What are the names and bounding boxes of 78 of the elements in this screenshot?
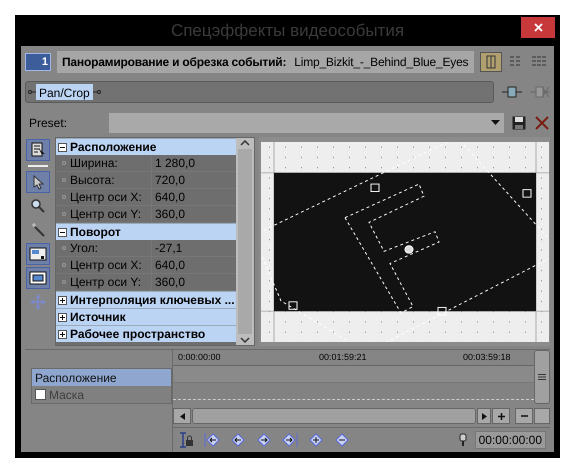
chain-icon[interactable] bbox=[502, 86, 522, 98]
time-tick-label: 0:00:00:00 bbox=[178, 351, 221, 364]
effect-label: Панорамирование и обрезка событий: bbox=[62, 54, 286, 71]
expand-icon[interactable] bbox=[58, 296, 67, 305]
caret-icon bbox=[491, 120, 500, 126]
next-keyframe-icon[interactable] bbox=[255, 431, 273, 449]
group-header[interactable]: Интерполяция ключевых ... bbox=[56, 291, 236, 308]
connector-icon bbox=[28, 88, 36, 95]
aspect-ratio-icon bbox=[29, 245, 47, 264]
pin-icon bbox=[458, 433, 467, 447]
group-header[interactable]: Рабочее пространство bbox=[56, 325, 236, 342]
scroll-up-icon[interactable] bbox=[240, 140, 250, 146]
time-tick-label: 00:03:59:18 bbox=[463, 351, 511, 364]
pan-crop-preview-drawing[interactable] bbox=[260, 142, 548, 342]
collapse-icon[interactable] bbox=[58, 228, 67, 237]
group-header[interactable]: Поворот bbox=[56, 223, 236, 240]
keyframe-track-label[interactable]: Расположение bbox=[32, 369, 171, 386]
group-header[interactable]: Источник bbox=[56, 308, 236, 326]
right-arrow-icon bbox=[482, 412, 486, 420]
group-header[interactable]: Расположение bbox=[56, 138, 236, 156]
last-keyframe-icon[interactable] bbox=[281, 431, 299, 449]
scroll-right-button[interactable] bbox=[477, 408, 491, 424]
horizontal-scrollbar[interactable] bbox=[192, 408, 476, 424]
close-button[interactable] bbox=[521, 17, 555, 38]
minus-icon bbox=[520, 415, 528, 417]
delete-keyframe-icon[interactable] bbox=[333, 431, 351, 449]
property-name: Центр оси Y: bbox=[70, 206, 142, 224]
property-value[interactable]: 640,0 bbox=[155, 188, 186, 206]
search-icon bbox=[29, 197, 47, 216]
plus-icon bbox=[498, 412, 504, 420]
keyframe-track[interactable] bbox=[173, 366, 534, 383]
preset-label: Preset: bbox=[28, 114, 68, 132]
zoom-out-button[interactable] bbox=[515, 408, 533, 424]
property-value[interactable]: 1 280,0 bbox=[155, 154, 196, 172]
property-value[interactable]: 640,0 bbox=[155, 256, 186, 274]
collapse-icon[interactable] bbox=[58, 142, 67, 152]
left-arrow-icon bbox=[180, 412, 184, 420]
window-title: Спецэффекты видеособытия bbox=[170, 20, 406, 42]
expand-icon[interactable] bbox=[58, 330, 67, 339]
lock-cursor-icon[interactable] bbox=[177, 431, 195, 449]
zoom-in-button[interactable] bbox=[492, 408, 510, 424]
add-keyframe-icon[interactable] bbox=[307, 431, 325, 449]
expand-icon[interactable] bbox=[58, 312, 67, 322]
property-name: Угол: bbox=[70, 240, 98, 258]
properties-tool-button[interactable] bbox=[26, 139, 50, 162]
first-keyframe-icon[interactable] bbox=[203, 431, 221, 449]
property-name: Центр оси Y: bbox=[70, 274, 142, 292]
fit-frame-icon bbox=[29, 269, 47, 288]
single-column-view-button[interactable] bbox=[480, 52, 502, 72]
delete-icon[interactable] bbox=[534, 114, 550, 131]
property-name: Ширина: bbox=[70, 155, 118, 172]
property-value[interactable]: 360,0 bbox=[155, 273, 186, 292]
vertical-scrollbar[interactable] bbox=[534, 350, 550, 404]
properties-tool-icon bbox=[29, 141, 47, 160]
previous-keyframe-icon[interactable] bbox=[229, 431, 247, 449]
close-icon bbox=[534, 23, 542, 32]
grip-icon bbox=[538, 374, 546, 380]
move-icon bbox=[29, 293, 47, 312]
property-name: Высота: bbox=[70, 172, 115, 190]
plugin-button[interactable]: Pan/Crop bbox=[36, 84, 93, 100]
scrollbar[interactable] bbox=[236, 138, 254, 345]
property-name: Центр оси X: bbox=[70, 257, 142, 274]
event-name: Limp_Bizkit_-_Behind_Blue_Eyes bbox=[294, 54, 468, 71]
property-value[interactable]: -27,1 bbox=[155, 239, 182, 258]
property-value[interactable]: 360,0 bbox=[155, 205, 186, 224]
cursor-time-field[interactable]: 00:00:00:00 bbox=[474, 431, 546, 449]
save-icon[interactable] bbox=[512, 116, 526, 130]
magic-wand-icon bbox=[29, 221, 47, 240]
aspect-ratio-tool-button[interactable] bbox=[26, 243, 50, 266]
fit-frame-tool-button[interactable] bbox=[26, 267, 50, 290]
pointer-tool-button[interactable] bbox=[26, 171, 50, 194]
scroll-left-button[interactable] bbox=[173, 408, 191, 424]
property-value[interactable]: 720,0 bbox=[155, 171, 186, 190]
connector-icon bbox=[92, 88, 101, 95]
time-tick-label: 00:01:59:21 bbox=[319, 351, 367, 364]
property-name: Центр оси X: bbox=[70, 189, 142, 206]
track-badge: 1 bbox=[25, 52, 51, 71]
scroll-down-icon[interactable] bbox=[240, 337, 250, 343]
